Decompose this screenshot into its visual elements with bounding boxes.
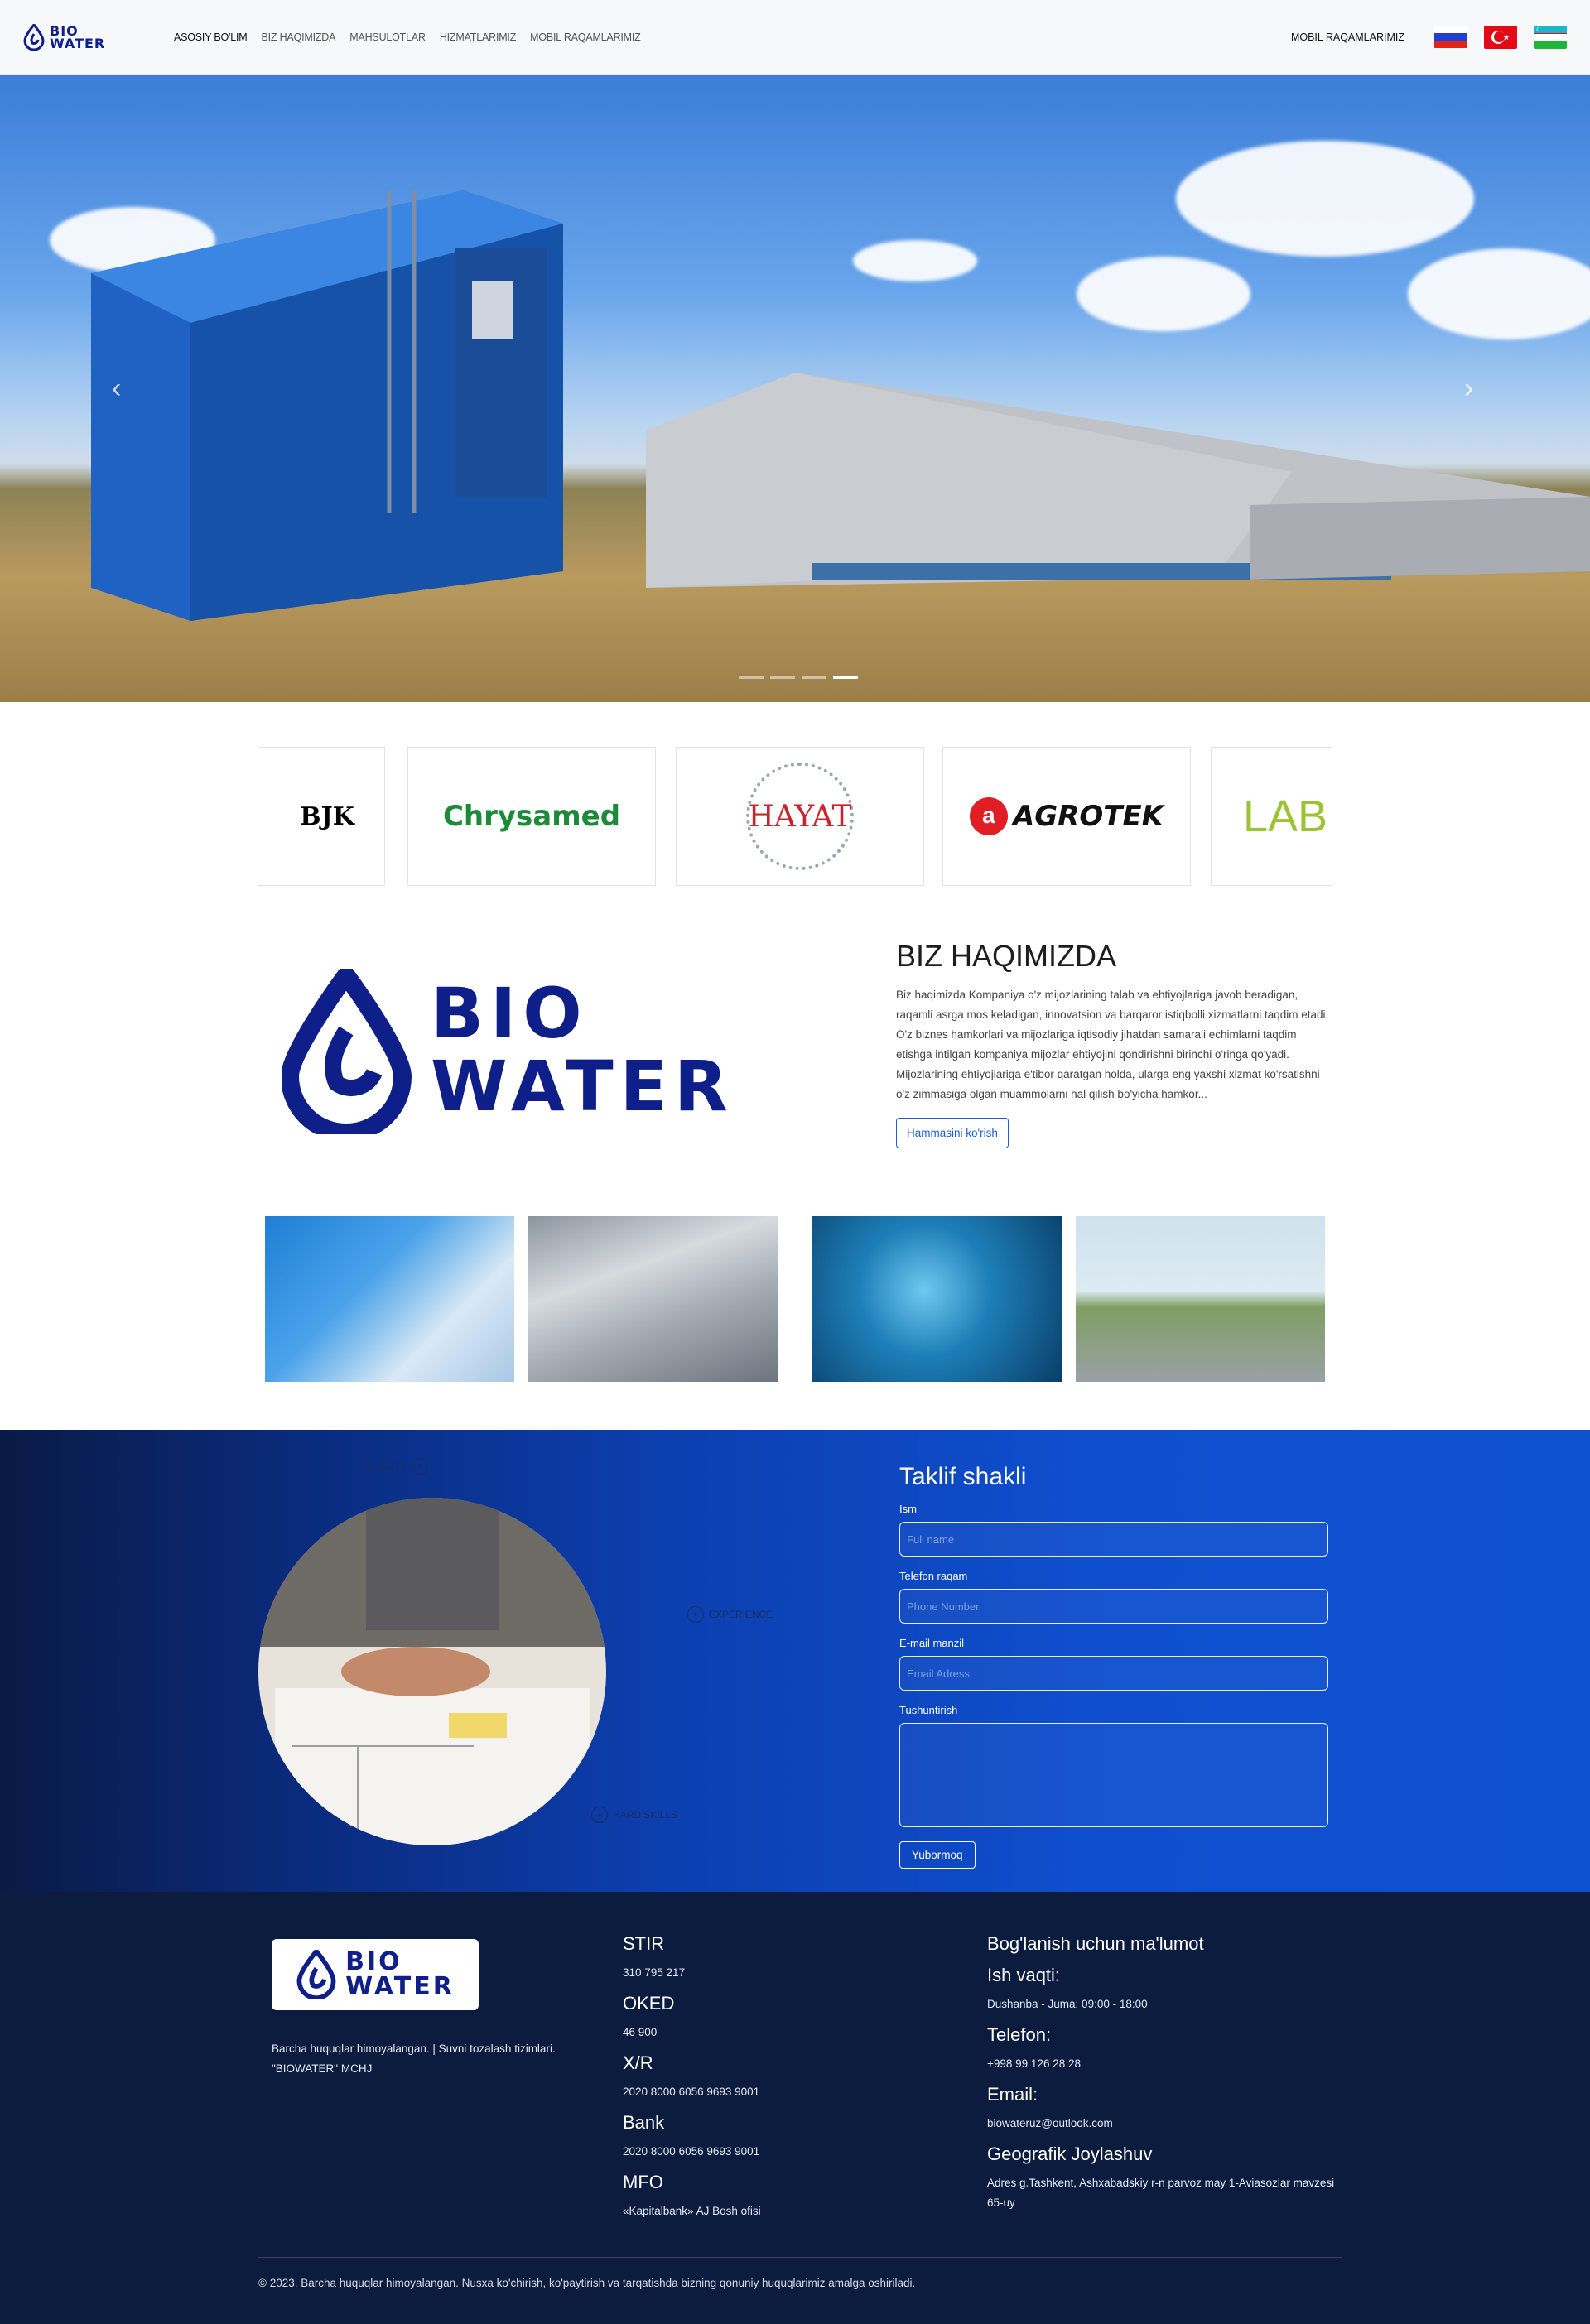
logo-line-2: WATER (345, 1972, 455, 2001)
partner-name: Chrysamed (442, 800, 621, 833)
plus-icon: + (412, 1458, 429, 1475)
nav-products[interactable]: MAHSULOTLAR (349, 31, 426, 43)
planning-photo (258, 1498, 606, 1845)
nav-about[interactable]: BIZ HAQIMIZDA (261, 31, 335, 43)
partner-name: AGROTEK (1012, 800, 1164, 833)
water-drop-icon (296, 1950, 336, 1999)
hero-slider[interactable]: ‹ › (0, 75, 1590, 702)
quality-chip: QUALITY + (364, 1458, 429, 1475)
partner-logo-agrotek[interactable]: a AGROTEK (942, 747, 1191, 886)
plus-icon: + (591, 1807, 608, 1823)
about-title: BIZ HAQIMIZDA (896, 939, 1117, 973)
work-hours-value: Dushanba - Juma: 09:00 - 18:00 (987, 1998, 1148, 2010)
logo-line-2: WATER (431, 1046, 735, 1127)
bank-value: 2020 8000 6056 9693 9001 (623, 2145, 760, 2158)
slider-dot-active[interactable] (833, 676, 858, 679)
email-heading: Email: (987, 2084, 1038, 2105)
phone-input[interactable] (899, 1589, 1328, 1624)
xr-value: 2020 8000 6056 9693 9001 (623, 2086, 760, 2098)
hard-skills-chip: + HARD SKILLS (591, 1807, 677, 1823)
water-treatment-container-illustration (91, 190, 563, 621)
slider-dot[interactable] (739, 676, 764, 679)
chevron-right-icon[interactable]: › (1464, 373, 1473, 405)
plus-icon: + (687, 1606, 704, 1623)
chevron-left-icon[interactable]: ‹ (112, 373, 121, 405)
contact-info-title: Bog'lanish uchun ma'lumot (987, 1933, 1204, 1954)
water-drop-icon (23, 23, 45, 51)
phone-heading: Telefon: (987, 2024, 1052, 2045)
logo-line-2: WATER (50, 35, 106, 51)
submit-button[interactable]: Yubormoq (899, 1841, 976, 1869)
location-heading: Geografik Joylashuv (987, 2144, 1153, 2164)
see-all-button[interactable]: Hammasini ko'rish (896, 1118, 1009, 1148)
site-logo[interactable]: BIO WATER (23, 21, 116, 54)
email-label: E-mail manzil (899, 1637, 965, 1649)
offer-form: Taklif shakli Ism Telefon raqam E-mail m… (899, 1463, 1330, 1869)
work-hours-heading: Ish vaqti: (987, 1965, 1061, 1985)
partner-logo-chrysamed[interactable]: Chrysamed (407, 747, 656, 886)
footer-contact-info: Bog'lanish uchun ma'lumot Ish vaqti: Dus… (987, 1923, 1352, 2223)
form-title: Taklif shakli (899, 1463, 1027, 1490)
email-link[interactable]: biowateruz@outlook.com (987, 2114, 1352, 2134)
gallery-image-water-filter[interactable] (265, 1216, 514, 1382)
experience-chip: + EXPERIENCE (687, 1606, 773, 1623)
nav-services[interactable]: HIZMATLARIMIZ (440, 31, 517, 43)
about-body: Biz haqimizda Kompaniya o'z mijozlarinin… (896, 989, 1329, 1100)
turkey-flag-icon[interactable]: ★ (1484, 25, 1517, 49)
contact-section: QUALITY + + EXPERIENCE + HARD SKILLS Taklif… (0, 1430, 1590, 1892)
phone-link[interactable]: +998 99 126 28 28 (987, 2054, 1352, 2074)
bank-heading: Bank (623, 2112, 665, 2133)
partner-name: LAB (1242, 792, 1328, 841)
slider-dot[interactable] (802, 676, 826, 679)
phone-label: Telefon raqam (899, 1570, 968, 1582)
stir-value: 310 795 217 (623, 1966, 686, 1979)
partner-logo-bjk[interactable]: BJK (258, 747, 385, 886)
warehouse-illustration (646, 373, 1590, 588)
footer-company-info: STIR 310 795 217 OKED 46 900 X/R 2020 80… (623, 1923, 761, 2231)
name-label: Ism (899, 1503, 917, 1515)
blueprint-illustration (258, 1498, 606, 1845)
site-footer: BIO WATER Barcha huquqlar himoyalangan. … (0, 1892, 1590, 2324)
oked-heading: OKED (623, 1993, 675, 2014)
gallery-image-water-droplets[interactable] (812, 1216, 1062, 1382)
gallery-image-industrial-equipment[interactable] (528, 1216, 778, 1382)
site-header: BIO WATER ASOSIY BO'LIM BIZ HAQIMIZDA MA… (0, 0, 1590, 75)
main-nav: ASOSIY BO'LIM BIZ HAQIMIZDA MAHSULOTLAR … (174, 31, 641, 43)
address-value: Adres g.Tashkent, Ashxabadskiy r-n parvo… (987, 2177, 1335, 2209)
footer-copyright: © 2023. Barcha huquqlar himoyalangan. Nu… (258, 2277, 916, 2289)
partners-carousel[interactable]: BJK Chrysamed HAYAT a AGROTEK LAB (258, 747, 1332, 886)
mfo-value: «Kapitalbank» AJ Bosh ofisi (623, 2205, 761, 2217)
mfo-heading: MFO (623, 2172, 663, 2192)
stir-heading: STIR (623, 1933, 665, 1954)
name-input[interactable] (899, 1522, 1328, 1557)
gear-icon: a (969, 797, 1008, 835)
header-right: MOBIL RAQAMLARIMIZ ★ ☾ (1291, 25, 1567, 49)
partner-logo-hayat[interactable]: HAYAT (676, 747, 924, 886)
mobile-numbers-link[interactable]: MOBIL RAQAMLARIMIZ (1291, 31, 1404, 43)
logo-text: BIO WATER (50, 24, 106, 51)
biowater-large-logo: BIO WATER (280, 960, 853, 1142)
email-input[interactable] (899, 1656, 1328, 1691)
logo-line-1: BIO (345, 1947, 402, 1976)
about-section: BIZ HAQIMIZDA Biz haqimizda Kompaniya o'… (896, 939, 1331, 1148)
slider-dot[interactable] (770, 676, 795, 679)
partner-name: HAYAT (748, 799, 852, 834)
russia-flag-icon[interactable] (1434, 25, 1467, 49)
footer-logo[interactable]: BIO WATER (272, 1939, 479, 2010)
partner-name: BJK (300, 801, 354, 831)
uzbekistan-flag-icon[interactable]: ☾ (1534, 25, 1567, 49)
nav-mobile-numbers[interactable]: MOBIL RAQAMLARIMIZ (530, 31, 641, 43)
nav-home[interactable]: ASOSIY BO'LIM (174, 31, 248, 43)
message-label: Tushuntirish (899, 1704, 958, 1716)
slider-dots (739, 676, 858, 679)
message-textarea[interactable] (899, 1723, 1328, 1827)
footer-rights-text: Barcha huquqlar himoyalangan. | Suvni to… (272, 2043, 556, 2075)
gallery-image-engineers-site[interactable] (1076, 1216, 1325, 1382)
partner-logo-lab[interactable]: LAB (1211, 747, 1332, 886)
logo-line-1: BIO (431, 973, 589, 1054)
xr-heading: X/R (623, 2052, 653, 2073)
footer-divider (258, 2257, 1342, 2258)
oked-value: 46 900 (623, 2026, 658, 2038)
